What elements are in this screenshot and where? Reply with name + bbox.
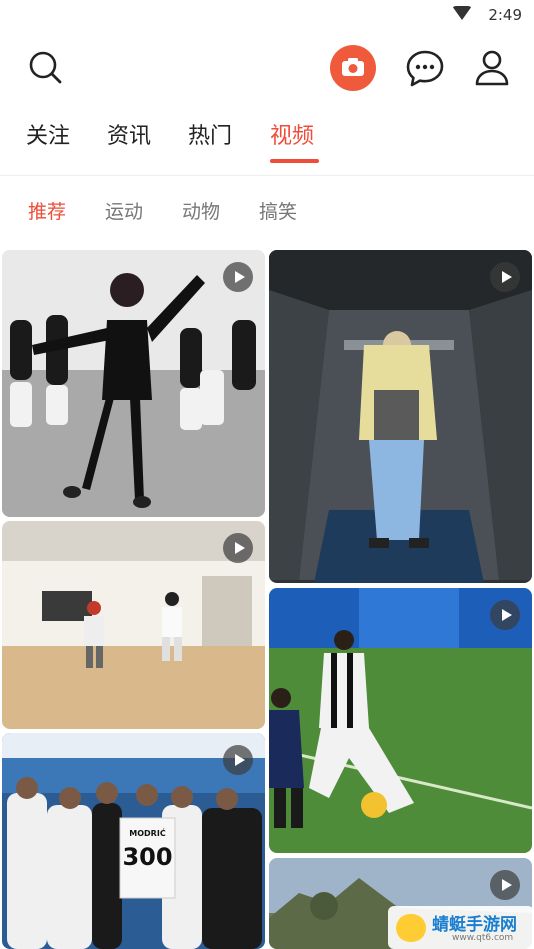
camera-icon: [330, 45, 376, 91]
watermark-url: www.qt6.com: [452, 933, 514, 943]
subtab-animals[interactable]: 动物: [182, 197, 220, 224]
video-card-locker-room[interactable]: MODRIĆ 300: [2, 733, 265, 949]
watermark: 蜻蜓手游网 www.qt6.com: [388, 906, 534, 949]
camera-button[interactable]: [325, 40, 381, 96]
tab-hot[interactable]: 热门: [188, 118, 232, 150]
tab-video[interactable]: 视频: [270, 118, 314, 150]
video-thumbnail: [269, 588, 532, 853]
sub-tabs: 推荐 运动 动物 搞笑: [0, 197, 534, 227]
dragonfly-logo-icon: [396, 914, 426, 942]
subtab-funny[interactable]: 搞笑: [259, 197, 297, 224]
play-icon: [223, 262, 253, 292]
video-card-dance-studio[interactable]: [2, 521, 265, 729]
chat-bubble-icon: [406, 50, 444, 87]
wifi-icon: [452, 6, 472, 20]
subtab-recommended[interactable]: 推荐: [28, 197, 66, 224]
profile-button[interactable]: [464, 40, 520, 96]
play-icon: [490, 870, 520, 900]
play-icon: [223, 533, 253, 563]
video-card-soccer[interactable]: [269, 588, 532, 853]
status-time: 2:49: [488, 6, 522, 24]
play-icon: [223, 745, 253, 775]
divider: [0, 175, 534, 176]
video-thumbnail: [2, 250, 265, 517]
play-icon: [490, 600, 520, 630]
jersey-name: MODRIĆ: [129, 827, 166, 838]
jersey-number: 300: [122, 843, 172, 871]
video-card-van[interactable]: [269, 250, 532, 583]
video-card-dance-group[interactable]: [2, 250, 265, 517]
tab-follow[interactable]: 关注: [26, 118, 70, 150]
status-bar: 2:49: [0, 0, 534, 30]
top-bar: [0, 40, 534, 96]
search-icon[interactable]: [18, 40, 74, 96]
watermark-title: 蜻蜓手游网: [432, 915, 517, 935]
tab-news[interactable]: 资讯: [107, 118, 151, 150]
active-tab-indicator: [270, 159, 319, 163]
user-icon: [475, 50, 509, 86]
video-grid: MODRIĆ 300: [0, 245, 534, 949]
play-icon: [490, 262, 520, 292]
subtab-sports[interactable]: 运动: [105, 197, 143, 224]
video-thumbnail: [269, 250, 532, 583]
main-tabs: 关注 资讯 热门 视频: [0, 118, 534, 168]
message-button[interactable]: [397, 40, 453, 96]
